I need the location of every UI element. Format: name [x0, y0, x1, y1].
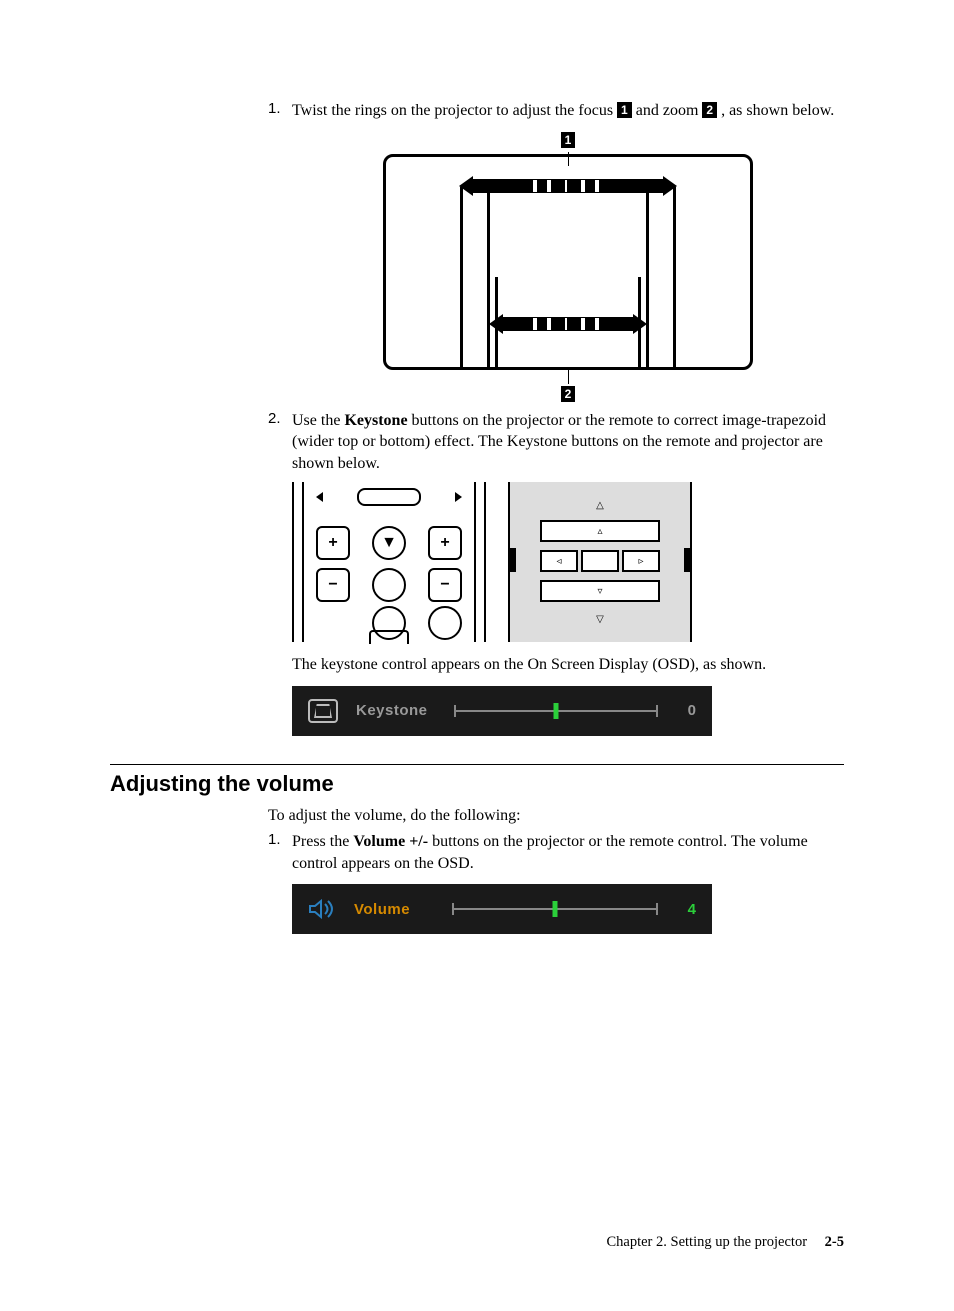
- figure-1: 1 2: [292, 132, 844, 392]
- panel-up-row: ▵: [540, 520, 660, 542]
- osd-keystone-thumb: [554, 703, 559, 719]
- down-button: ▼: [372, 526, 406, 560]
- panel-lr-row: ◃ ▹: [540, 550, 660, 572]
- remote-top-row: [316, 488, 462, 506]
- figure-1-callout-bottom: 2: [383, 370, 753, 392]
- volume-intro: To adjust the volume, do the following:: [268, 807, 844, 825]
- remote-diagram: + ▼ + − −: [292, 482, 486, 642]
- callout-1-fig: 1: [561, 132, 576, 148]
- step-2-bold-keystone: Keystone: [344, 412, 407, 429]
- step-2: 2. Use the Keystone buttons on the proje…: [268, 410, 844, 475]
- keystone-minus-right: −: [428, 568, 462, 602]
- osd-keystone-figure: Keystone 0: [292, 686, 844, 736]
- panel-down-button: ▿: [540, 580, 660, 602]
- document-page: 1. Twist the rings on the projector to a…: [0, 0, 954, 1311]
- osd-keystone-label: Keystone: [356, 702, 440, 719]
- step-2-number: 2.: [268, 410, 292, 475]
- panel-right-button: ▹: [622, 550, 660, 572]
- osd-keystone-track: [454, 710, 658, 712]
- osd-volume-label: Volume: [354, 901, 438, 918]
- vol-step-bold: Volume +/-: [353, 833, 428, 850]
- keystone-minus-left: −: [316, 568, 350, 602]
- osd-keystone-bar: Keystone 0: [292, 686, 712, 736]
- footer-chapter: Chapter 2. Setting up the projector: [606, 1234, 807, 1250]
- figure-1-callout-top: 1: [383, 132, 753, 154]
- panel-edge-left: [508, 548, 516, 572]
- leader-line: [568, 370, 569, 384]
- osd-volume-track: [452, 908, 658, 910]
- blank-button-1: [372, 568, 406, 602]
- panel-keystone-up-outline: △: [540, 496, 660, 514]
- volume-step-1: 1. Press the Volume +/- buttons on the p…: [268, 831, 844, 874]
- page-footer: Chapter 2. Setting up the projector 2-5: [110, 1234, 844, 1251]
- osd-volume-thumb: [553, 901, 558, 917]
- step-2-text: Use the Keystone buttons on the projecto…: [292, 410, 844, 475]
- remote-row-1: + ▼ +: [316, 526, 462, 560]
- remote-base: [369, 630, 409, 644]
- panel-down-row: ▿: [540, 580, 660, 602]
- volume-step-1-number: 1.: [268, 831, 292, 874]
- callout-2-fig: 2: [561, 386, 576, 402]
- osd-volume-bar: Volume 4: [292, 884, 712, 934]
- remote-row-2: − −: [316, 568, 462, 602]
- callout-1-inline: 1: [617, 102, 632, 118]
- volume-step-1-text: Press the Volume +/- buttons on the proj…: [292, 831, 844, 874]
- step-1-number: 1.: [268, 100, 292, 122]
- osd-volume-figure: Volume 4: [292, 884, 844, 934]
- right-triangle-icon: [455, 492, 462, 502]
- projector-rings-diagram: [383, 154, 753, 370]
- section-heading-adjusting-volume: Adjusting the volume: [110, 771, 844, 797]
- projector-panel-diagram: △ ▵ ◃ ▹ ▿ ▽: [508, 482, 692, 642]
- section-rule: [110, 764, 844, 765]
- figure-2: + ▼ + − − △: [292, 482, 844, 642]
- step-2-text-a: Use the: [292, 412, 344, 429]
- panel-left-button: ◃: [540, 550, 578, 572]
- remote-oval: [357, 488, 421, 506]
- left-triangle-icon: [316, 492, 323, 502]
- step-1-text-b: and zoom: [636, 102, 703, 119]
- footer-page-number: 2-5: [825, 1234, 844, 1250]
- vol-step-text-a: Press the: [292, 833, 353, 850]
- focus-arrow: [473, 179, 663, 193]
- step-1-text-a: Twist the rings on the projector to adju…: [292, 102, 617, 119]
- osd-volume-value: 4: [672, 901, 696, 918]
- panel-up-button: ▵: [540, 520, 660, 542]
- osd-caption: The keystone control appears on the On S…: [292, 654, 844, 676]
- panel-keystone-down-outline: ▽: [540, 610, 660, 628]
- keystone-plus-right: +: [428, 526, 462, 560]
- step-1-text-c: , as shown below.: [721, 102, 834, 119]
- step-1: 1. Twist the rings on the projector to a…: [268, 100, 844, 122]
- osd-keystone-value: 0: [672, 702, 696, 719]
- keystone-plus-left: +: [316, 526, 350, 560]
- panel-edge-right: [684, 548, 692, 572]
- callout-2-inline: 2: [702, 102, 717, 118]
- step-1-text: Twist the rings on the projector to adju…: [292, 100, 834, 122]
- blank-button-3: [428, 606, 462, 640]
- speaker-icon: [308, 899, 336, 919]
- keystone-icon: [308, 699, 338, 723]
- panel-center-button: [581, 550, 619, 572]
- zoom-arrow: [503, 317, 633, 331]
